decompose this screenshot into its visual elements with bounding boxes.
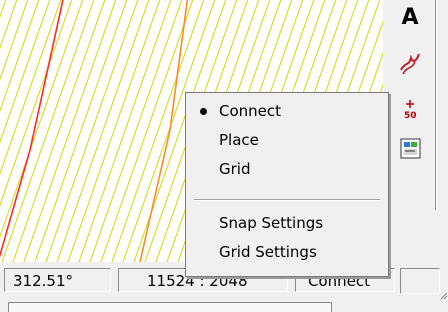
tool-palette: A 50 (383, 0, 448, 262)
status-extra (400, 268, 440, 294)
menu-item-snap-settings[interactable]: Snap Settings (186, 209, 388, 238)
hatch-line (100, 0, 194, 262)
hatch-line (34, 0, 128, 262)
hatch-line (23, 0, 117, 262)
text-tool-icon[interactable]: A (395, 4, 425, 34)
snap-tool-icon[interactable]: 50 (395, 95, 425, 125)
toolbar-divider-highlight (436, 0, 437, 210)
menu-item-label: Grid (219, 160, 251, 178)
hatch-line (89, 0, 183, 262)
menu-item-grid[interactable]: Grid (186, 155, 388, 184)
menu-separator (194, 199, 380, 201)
menu-item-connect[interactable]: Connect (186, 97, 388, 126)
menu-item-label: Connect (219, 102, 282, 120)
menu-item-grid-settings[interactable]: Grid Settings (186, 238, 388, 267)
red-line (0, 0, 64, 258)
draw-tool-icon[interactable] (395, 48, 425, 78)
status-angle: 312.51° (4, 268, 111, 292)
menu-item-label: Grid Settings (219, 243, 317, 261)
checked-bullet-icon (200, 108, 207, 115)
resize-grip-icon[interactable] (440, 292, 448, 300)
hatch-line (1, 0, 95, 262)
menu-item-label: Place (219, 131, 259, 149)
hatch-line (56, 0, 150, 262)
hatch-line (67, 0, 161, 262)
hatch-line (12, 0, 106, 262)
hatch-line (45, 0, 139, 262)
hatch-line (78, 0, 172, 262)
view-tool-icon[interactable] (395, 134, 425, 164)
snap-context-menu: Connect Place Grid Snap Settings Grid Se… (185, 92, 389, 277)
menu-item-place[interactable]: Place (186, 126, 388, 155)
menu-item-label: Snap Settings (219, 214, 324, 232)
hatch-line (0, 0, 40, 113)
snap-tool-label: 50 (404, 111, 417, 121)
